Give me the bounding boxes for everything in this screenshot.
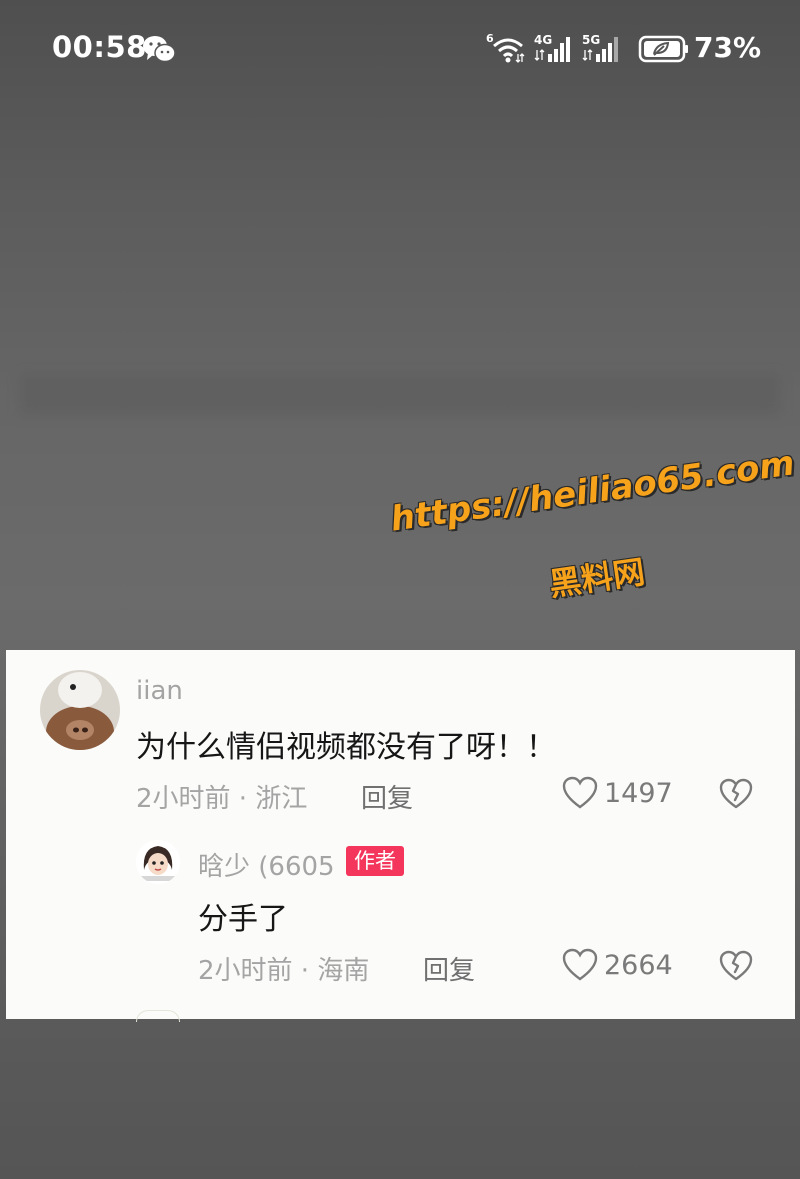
dog-avatar-image xyxy=(40,670,120,750)
battery-percentage: 73% xyxy=(694,31,762,64)
reply-like-count: 2664 xyxy=(604,950,673,981)
reply-text: 分手了 xyxy=(198,902,288,937)
blurred-background-band xyxy=(20,375,780,415)
reply-reply-button[interactable]: 回复 xyxy=(423,950,475,987)
watermark-name: 黑料网 xyxy=(546,552,648,604)
broken-heart-icon[interactable] xyxy=(719,778,753,810)
watermark-url: https://heiliao65.com xyxy=(388,443,798,540)
comment-time-location: 2小时前 · 浙江 xyxy=(136,784,308,814)
reply-avatar[interactable] xyxy=(136,840,180,884)
comment-card: iian 为什么情侣视频都没有了呀！！ 2小时前 · 浙江 回复 1497 晗少… xyxy=(6,650,795,1022)
reply-username[interactable]: 晗少 (6605 xyxy=(198,846,335,883)
avatar[interactable] xyxy=(40,670,120,750)
signal-5g-icon: 5G xyxy=(582,33,618,62)
reply-time-location: 2小时前 · 海南 xyxy=(198,956,370,986)
battery-icon xyxy=(638,35,688,63)
cartoon-girl-avatar-image xyxy=(136,840,180,884)
signal-label-4g: 4G xyxy=(534,33,552,47)
like-count: 1497 xyxy=(604,778,673,809)
comment-text: 为什么情侣视频都没有了呀！！ xyxy=(136,730,556,765)
signal-4g-icon: 4G xyxy=(534,33,570,62)
reply-button[interactable]: 回复 xyxy=(361,778,413,815)
status-bar: 00:58 6 4G 5G 73% xyxy=(0,0,800,100)
wifi-badge: 6 xyxy=(486,32,494,45)
wifi-icon: 6 xyxy=(486,32,525,63)
signal-label-5g: 5G xyxy=(582,33,600,47)
author-badge: 作者 xyxy=(346,846,404,876)
clock: 00:58 xyxy=(52,30,147,64)
heart-icon[interactable] xyxy=(562,776,598,810)
heart-icon[interactable] xyxy=(562,948,598,982)
comment-username[interactable]: iian xyxy=(136,676,183,706)
next-comment-avatar-peek xyxy=(136,1010,180,1022)
broken-heart-icon[interactable] xyxy=(719,950,753,982)
wechat-icon xyxy=(143,36,176,63)
